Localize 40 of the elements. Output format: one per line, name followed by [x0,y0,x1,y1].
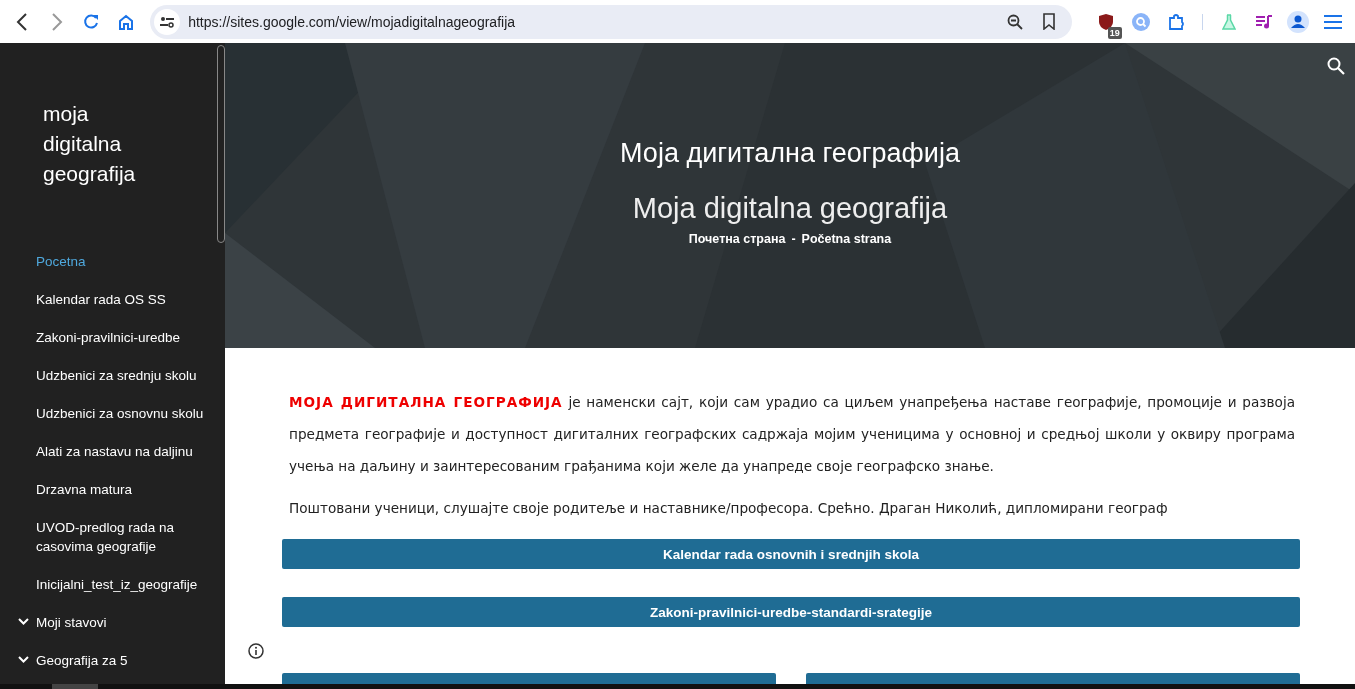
page-subtitle: Moja digitalna geografija [632,191,948,226]
site-title[interactable]: moja digitalna geografija [0,43,173,189]
nav-item[interactable]: Pocetna [0,252,225,271]
count-badge: 19 [1107,26,1122,39]
link-button[interactable]: Kalendar rada osnovnih i srednjih skola [282,539,1300,569]
chevron-down-icon[interactable] [18,656,29,663]
address-bar[interactable]: https://sites.google.com/view/mojadigitalnageografija [150,4,1073,39]
nav-item[interactable]: Alati za nastavu na daljinu [0,442,225,461]
nav-item[interactable]: UVOD-predlog rada na casovima geografije [0,518,225,556]
forward-icon[interactable] [50,12,63,31]
nav-item[interactable]: Inicijalni_test_iz_geografije [0,575,225,594]
search-icon[interactable] [1327,57,1345,75]
menu-icon[interactable] [1322,13,1343,30]
nav-item[interactable]: Zakoni-pravilnici-uredbe [0,328,225,347]
nav-item[interactable]: Udzbenici za srednju skolu [0,366,225,385]
info-icon[interactable] [248,643,264,659]
nav-item[interactable]: Geografija za 5 [0,651,225,670]
tune-icon[interactable] [160,15,175,28]
scrollbar-thumb[interactable] [52,684,98,689]
breadcrumb-item: Početna strana [801,232,892,246]
breadcrumb-item: Почетна страна [688,232,786,246]
shield-icon[interactable] [1098,13,1115,30]
home-icon[interactable] [117,13,134,30]
nav-item[interactable]: Kalendar rada OS SS [0,290,225,309]
link-button[interactable]: Zakoni-pravilnici-uredbe-standardi-srategije [282,597,1300,627]
reload-icon[interactable] [83,13,100,30]
nav-item[interactable]: Drzavna matura [0,480,225,499]
breadcrumb-separator: - [791,232,796,246]
bookmark-icon[interactable] [1043,13,1056,30]
avatar-icon[interactable] [1287,10,1310,33]
back-icon[interactable] [16,12,29,31]
playlist-icon[interactable] [1254,14,1273,29]
paragraph: Поштовани ученици, слушајте своје родитеље и наставнике/професора. Срећно. Драган Николић, дипломирани географ [289,499,1169,518]
zoom-out-icon[interactable] [1007,13,1024,30]
nav-item[interactable]: Moji stavovi [0,613,225,632]
chevron-down-icon[interactable] [18,618,29,625]
puzzle-icon[interactable] [1167,13,1184,30]
paragraph: МОЈА ДИГИТАЛНА ГЕОГРАФИЈА је наменски сајт, који сам урадио са циљем унапређења наставе географије, промоције и развоја предмета географије и доступност дигиталних географских садржаја мојим ученицима у основној и средњој школи у оквиру програма учења на даљину и заинтересованим грађанима који желе да унапреде своје географско знање. [289,393,1295,476]
page-title: Моја дигитална географија [620,137,960,170]
nav-item[interactable]: Udzbenici za osnovnu skolu [0,404,225,423]
